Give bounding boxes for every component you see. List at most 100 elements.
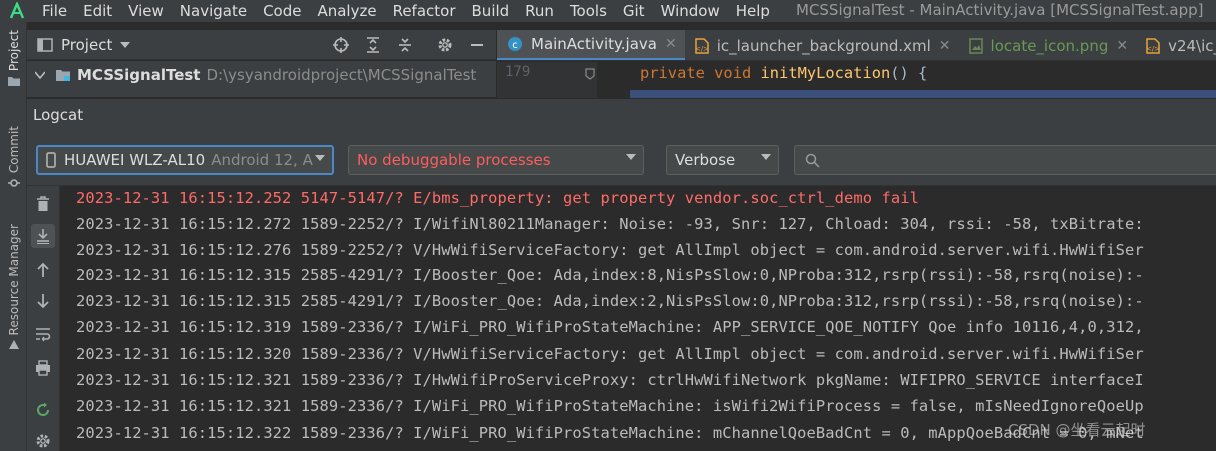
project-view-icon bbox=[37, 37, 53, 52]
code-punctuation: () { bbox=[890, 64, 928, 82]
svg-text:</>: </> bbox=[695, 45, 709, 53]
restart-logcat-icon[interactable] bbox=[31, 398, 55, 422]
editor-tab-v24-ic[interactable]: </> v24\ic_ bbox=[1136, 30, 1216, 60]
project-tool-tab-label: Project bbox=[6, 30, 21, 72]
menu-edit[interactable]: Edit bbox=[75, 0, 120, 22]
process-text: No debuggable processes bbox=[357, 151, 551, 169]
log-line: 2023-12-31 16:15:12.315 2585-4291/? I/Bo… bbox=[76, 266, 1144, 284]
scroll-to-end-icon[interactable] bbox=[31, 224, 55, 248]
collapse-all-icon[interactable] bbox=[397, 37, 413, 53]
menu-tools[interactable]: Tools bbox=[562, 0, 615, 22]
chevron-down-icon bbox=[626, 154, 636, 160]
editor-tab-ic-launcher-background[interactable]: </> ic_launcher_background.xml ✕ bbox=[685, 30, 959, 60]
logcat-side-toolbar bbox=[27, 186, 60, 451]
code-keyword: void bbox=[714, 64, 752, 82]
resource-manager-tool-tab-label: Resource Manager bbox=[6, 224, 21, 336]
editor-gutter: 179 bbox=[497, 62, 597, 98]
log-search-field[interactable] bbox=[794, 145, 1216, 175]
resource-manager-tool-tab[interactable]: Resource Manager bbox=[0, 224, 27, 355]
java-class-icon: c bbox=[507, 36, 523, 52]
menu-window[interactable]: Window bbox=[653, 0, 728, 22]
log-line: 2023-12-31 16:15:12.320 1589-2336/? V/Hw… bbox=[76, 345, 1144, 363]
menu-file[interactable]: File bbox=[34, 0, 75, 22]
log-line: 2023-12-31 16:15:12.276 1589-2252/? V/Hw… bbox=[76, 241, 1144, 259]
chevron-down-icon bbox=[761, 154, 771, 160]
expand-all-icon[interactable] bbox=[365, 37, 381, 53]
svg-text:c: c bbox=[512, 40, 518, 51]
code-method-name: initMyLocation bbox=[760, 64, 891, 82]
chevron-down-icon[interactable] bbox=[120, 41, 131, 49]
gear-icon[interactable] bbox=[31, 429, 55, 451]
device-version: Android 12, A bbox=[211, 151, 313, 169]
log-line: 2023-12-31 16:15:12.321 1589-2336/? I/Hw… bbox=[76, 371, 1144, 389]
menu-build[interactable]: Build bbox=[464, 0, 518, 22]
editor-tab-label: MainActivity.java bbox=[531, 35, 657, 53]
close-icon[interactable]: ✕ bbox=[1116, 38, 1128, 54]
module-folder-icon bbox=[55, 68, 71, 82]
process-selector[interactable]: No debuggable processes bbox=[348, 145, 644, 175]
left-tool-strip: Project Commit Resource Manager bbox=[0, 22, 27, 451]
soft-wrap-icon[interactable] bbox=[31, 322, 55, 346]
commit-tool-tab-label: Commit bbox=[6, 126, 21, 174]
code-keyword: private bbox=[640, 64, 705, 82]
log-line: 2023-12-31 16:15:12.319 1589-2336/? I/Wi… bbox=[76, 318, 1144, 336]
menu-view[interactable]: View bbox=[120, 0, 172, 22]
editor-tab-locate-icon[interactable]: locate_icon.png ✕ bbox=[959, 30, 1137, 60]
log-line: 2023-12-31 16:15:12.322 1589-2336/? I/Wi… bbox=[76, 424, 1144, 442]
close-icon[interactable]: ✕ bbox=[939, 38, 951, 54]
editor-tab-mainactivity[interactable]: c MainActivity.java ✕ bbox=[497, 30, 685, 60]
menu-bar: File Edit View Navigate Code Analyze Ref… bbox=[0, 0, 1216, 22]
code-editor[interactable]: 179 private void initMyLocation() { bbox=[497, 62, 1216, 98]
line-number: 179 bbox=[505, 64, 531, 80]
window-title: MCSSignalTest - MainActivity.java [MCSSi… bbox=[796, 1, 1204, 19]
arrow-up-icon[interactable] bbox=[31, 258, 55, 282]
device-selector[interactable]: HUAWEI WLZ-AL10 Android 12, A bbox=[36, 145, 334, 175]
logcat-title: Logcat bbox=[33, 106, 84, 124]
log-line: 2023-12-31 16:15:12.315 2585-4291/? I/Bo… bbox=[76, 292, 1144, 310]
commit-tool-tab[interactable]: Commit bbox=[0, 126, 27, 193]
project-root-path: D:\ysyandroidproject\MCSSignalTest bbox=[206, 66, 477, 84]
image-file-icon bbox=[968, 37, 983, 54]
menu-git[interactable]: Git bbox=[615, 0, 653, 22]
menu-help[interactable]: Help bbox=[728, 0, 778, 22]
watermark: CSDN @坐看云起时 bbox=[1008, 421, 1146, 439]
current-line-highlight bbox=[630, 90, 1216, 98]
project-view-selector[interactable]: Project bbox=[61, 36, 112, 54]
android-studio-logo-icon bbox=[0, 0, 34, 22]
xml-file-icon: </> bbox=[695, 37, 709, 54]
code-line: private void initMyLocation() { bbox=[640, 64, 927, 82]
editor-tab-label: v24\ic_ bbox=[1168, 36, 1216, 55]
log-line: 2023-12-31 16:15:12.321 1589-2336/? I/Wi… bbox=[76, 397, 1144, 415]
menu-run[interactable]: Run bbox=[517, 0, 562, 22]
logcat-output[interactable]: 2023-12-31 16:15:12.252 5147-5147/? E/bm… bbox=[61, 186, 1216, 451]
chevron-down-icon bbox=[315, 155, 325, 161]
log-level-value: Verbose bbox=[675, 151, 736, 169]
menu-analyze[interactable]: Analyze bbox=[309, 0, 384, 22]
print-icon[interactable] bbox=[31, 356, 55, 380]
resource-manager-icon bbox=[8, 339, 20, 355]
gear-icon[interactable] bbox=[437, 37, 453, 53]
tree-row-project-root[interactable]: MCSSignalTest D:\ysyandroidproject\MCSSi… bbox=[27, 63, 476, 87]
project-tool-tab[interactable]: Project bbox=[0, 30, 27, 91]
log-line: 2023-12-31 16:15:12.272 1589-2252/? I/Wi… bbox=[76, 215, 1144, 233]
log-level-selector[interactable]: Verbose bbox=[666, 145, 779, 175]
trash-icon[interactable] bbox=[31, 192, 55, 216]
project-root-name: MCSSignalTest bbox=[77, 66, 201, 84]
menu-refactor[interactable]: Refactor bbox=[385, 0, 464, 22]
menu-code[interactable]: Code bbox=[255, 0, 309, 22]
menu-navigate[interactable]: Navigate bbox=[172, 0, 255, 22]
locate-crosshair-icon[interactable] bbox=[333, 37, 349, 53]
project-panel-header: Project bbox=[27, 30, 496, 60]
chevron-down-icon[interactable] bbox=[35, 71, 45, 79]
fold-marker-icon[interactable] bbox=[585, 68, 595, 80]
arrow-down-icon[interactable] bbox=[31, 289, 55, 313]
log-line: 2023-12-31 16:15:12.252 5147-5147/? E/bm… bbox=[76, 189, 919, 207]
editor-tab-label: locate_icon.png bbox=[990, 36, 1109, 55]
close-icon[interactable]: ✕ bbox=[665, 36, 677, 52]
device-name: HUAWEI WLZ-AL10 bbox=[64, 151, 206, 169]
minimize-panel-icon[interactable] bbox=[471, 44, 483, 46]
commit-icon bbox=[7, 177, 20, 193]
search-icon bbox=[805, 153, 820, 168]
editor-tab-label: ic_launcher_background.xml bbox=[716, 36, 931, 55]
svg-text:</>: </> bbox=[1146, 45, 1160, 53]
